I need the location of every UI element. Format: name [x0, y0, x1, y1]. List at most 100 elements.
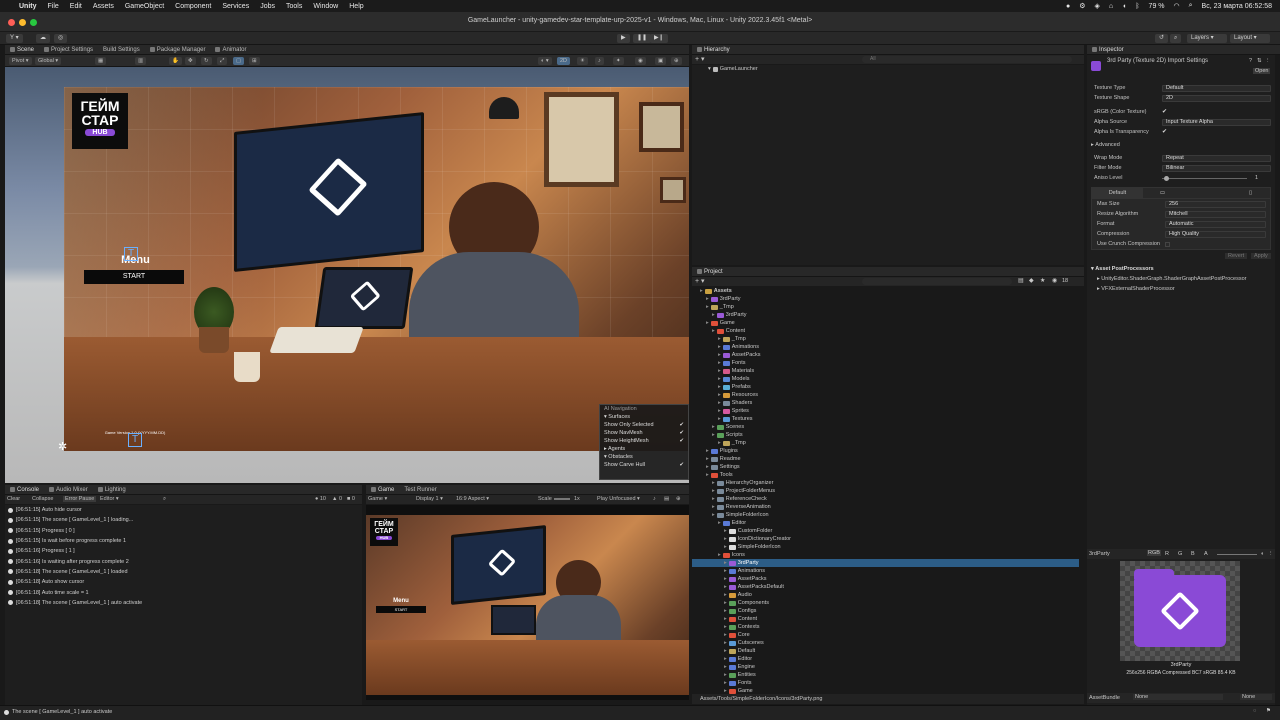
warning-count-toggle[interactable]: ▲ 0: [332, 496, 342, 502]
grid-snap-icon[interactable]: ▦: [95, 57, 107, 65]
menu-component[interactable]: Component: [175, 3, 211, 10]
project-tree-row[interactable]: ▸ Resources: [692, 391, 1079, 399]
chevron-right-icon[interactable]: ▸: [724, 615, 727, 623]
game-start-button[interactable]: START: [376, 606, 426, 613]
menu-tools[interactable]: Tools: [286, 3, 302, 10]
gizmos-dropdown[interactable]: ⊕: [671, 57, 682, 65]
chevron-right-icon[interactable]: ▸: [724, 687, 727, 694]
chevron-right-icon[interactable]: ▸: [718, 519, 721, 527]
menu-kebab-icon[interactable]: ⋮: [1265, 58, 1271, 64]
pivot-dropdown[interactable]: Pivot ▾: [9, 57, 32, 65]
project-tree-row[interactable]: ▸ 3rdParty: [692, 295, 1079, 303]
chevron-right-icon[interactable]: ▸: [724, 599, 727, 607]
hierarchy-row-gamelauncher[interactable]: ▾ GameLauncher: [692, 65, 1084, 73]
chevron-right-icon[interactable]: ▸: [706, 319, 709, 327]
overlay-row-show-only-selected[interactable]: Show Only Selected ✔: [600, 421, 688, 429]
postprocessor-row[interactable]: ▸ UnityEditor.ShaderGraph.ShaderGraphAss…: [1087, 274, 1275, 284]
chevron-right-icon[interactable]: ▸: [706, 455, 709, 463]
mip-icon[interactable]: ◐: [1261, 551, 1264, 557]
format-dropdown[interactable]: Automatic: [1165, 220, 1266, 228]
battery-level[interactable]: 79 %: [1149, 3, 1165, 10]
prop-compression[interactable]: Compression High Quality: [1092, 229, 1270, 239]
chevron-right-icon[interactable]: ▸: [706, 295, 709, 303]
project-search-input[interactable]: [862, 278, 1012, 285]
project-tree-row[interactable]: ▸ Content: [692, 615, 1079, 623]
hidden-packages-icon[interactable]: ◉: [1052, 277, 1057, 284]
error-count-toggle[interactable]: ■ 0: [347, 496, 355, 502]
log-row[interactable]: [06:51:16] Is waiting after progress com…: [5, 556, 362, 566]
chevron-right-icon[interactable]: ▸: [712, 511, 715, 519]
log-count-toggle[interactable]: ● 10: [315, 496, 326, 502]
project-tree-row[interactable]: ▸ _Tmp: [692, 303, 1079, 311]
collapse-button[interactable]: Collapse: [32, 496, 53, 502]
project-tree-row[interactable]: ▸ Sprites: [692, 407, 1079, 415]
project-tree-row[interactable]: ▸ Animations: [692, 343, 1079, 351]
chevron-right-icon[interactable]: ▸: [712, 503, 715, 511]
menu-window[interactable]: Window: [313, 3, 338, 10]
assetbundle-variant-dropdown[interactable]: None: [1240, 694, 1272, 700]
project-tree-row[interactable]: ▸ Entities: [692, 671, 1079, 679]
create-asset-button[interactable]: + ▾: [695, 277, 705, 285]
scale-tool-icon[interactable]: ⤢: [217, 57, 228, 65]
project-tree-row[interactable]: ▸ _Tmp: [692, 439, 1079, 447]
project-tree-row[interactable]: ▸ Core: [692, 631, 1079, 639]
prop-max-size[interactable]: Max Size 256: [1092, 199, 1270, 209]
wrap-mode-dropdown[interactable]: Repeat: [1162, 154, 1271, 162]
checkbox-show-heightmesh[interactable]: ✔: [679, 437, 684, 445]
chevron-right-icon[interactable]: ▸: [724, 567, 727, 575]
advanced-foldout[interactable]: ▸ Advanced: [1087, 140, 1275, 150]
chevron-right-icon[interactable]: ▸: [724, 663, 727, 671]
game-view[interactable]: ГЕЙМ СТАР HUB Menu START: [366, 505, 689, 700]
checkbox-show-only-selected[interactable]: ✔: [679, 421, 684, 429]
search-by-type-icon[interactable]: ▤: [1018, 277, 1024, 284]
hand-tool-icon[interactable]: ✋: [169, 57, 182, 65]
overlay-agents[interactable]: ▸ Agents: [600, 445, 688, 453]
status-message[interactable]: The scene [ GameLevel_1 ] auto activate: [12, 709, 112, 715]
chevron-right-icon[interactable]: ▸: [712, 487, 715, 495]
prop-alpha-transparency[interactable]: Alpha Is Transparency ✔: [1087, 127, 1275, 137]
chevron-right-icon[interactable]: ▸: [724, 631, 727, 639]
resize-algorithm-dropdown[interactable]: Mitchell: [1165, 210, 1266, 218]
project-tree-row[interactable]: ▸ Shaders: [692, 399, 1079, 407]
tab-animator[interactable]: Animator: [215, 47, 246, 53]
chevron-right-icon[interactable]: ▸: [718, 359, 721, 367]
chevron-right-icon[interactable]: ▸: [706, 471, 709, 479]
menu-gameobject[interactable]: GameObject: [125, 3, 164, 10]
version-text-gizmo-icon[interactable]: T: [128, 433, 142, 447]
open-button[interactable]: Open: [1253, 68, 1271, 74]
chevron-right-icon[interactable]: ▸: [718, 343, 721, 351]
rotate-tool-icon[interactable]: ↻: [201, 57, 212, 65]
prop-filter-mode[interactable]: Filter Mode Bilinear: [1087, 163, 1275, 173]
overlay-surfaces[interactable]: ▾ Surfaces: [600, 413, 688, 421]
project-tree-row[interactable]: ▸ ReverseAnimation: [692, 503, 1079, 511]
project-tree-row[interactable]: ▸ Icons: [692, 551, 1079, 559]
error-pause-button[interactable]: Error Pause: [63, 496, 97, 502]
log-row[interactable]: [06:51:18] The scene [ GameLevel_1 ] loa…: [5, 567, 362, 577]
prop-aniso-level[interactable]: Aniso Level 1: [1087, 173, 1275, 183]
project-tree-row[interactable]: ▸ Textures: [692, 415, 1079, 423]
log-row[interactable]: [06:51:15] Auto hide cursor: [5, 505, 362, 515]
project-tree-row[interactable]: ▸ SimpleFolderIcon: [692, 511, 1079, 519]
tab-project[interactable]: Project: [697, 269, 723, 275]
search-icon[interactable]: ⌕: [163, 496, 166, 503]
project-tree-row[interactable]: ▸ HierarchyOrganizer: [692, 479, 1079, 487]
chevron-right-icon[interactable]: ▸: [718, 391, 721, 399]
project-tree-row[interactable]: ▸ Editor: [692, 655, 1079, 663]
project-tree-row[interactable]: ▸ Readme: [692, 455, 1079, 463]
chevron-right-icon[interactable]: ▸: [724, 679, 727, 687]
project-tree-row[interactable]: ▸ SimpleFolderIcon: [692, 543, 1079, 551]
project-tree-row[interactable]: ▸ Engine: [692, 663, 1079, 671]
transform-tool-icon[interactable]: ⊞: [249, 57, 260, 65]
log-row[interactable]: [06:51:18] Auto time scale = 1: [5, 587, 362, 597]
overlay-row-carve-hull[interactable]: Show Carve Hull ✔: [600, 461, 688, 469]
log-row[interactable]: [06:51:16] Progress [ 1 ]: [5, 546, 362, 556]
stats-icon[interactable]: ▤: [664, 496, 669, 502]
account-button[interactable]: Y ▾: [6, 34, 23, 43]
chevron-right-icon[interactable]: ▸: [712, 311, 715, 319]
layout-dropdown[interactable]: Layout ▾: [1230, 34, 1270, 43]
log-row[interactable]: [06:51:15] Is wait before progress compl…: [5, 536, 362, 546]
add-object-button[interactable]: + ▾: [695, 55, 705, 63]
crunch-checkbox[interactable]: [1165, 241, 1170, 247]
chevron-right-icon[interactable]: ▸: [712, 479, 715, 487]
menu-assets[interactable]: Assets: [93, 3, 114, 10]
